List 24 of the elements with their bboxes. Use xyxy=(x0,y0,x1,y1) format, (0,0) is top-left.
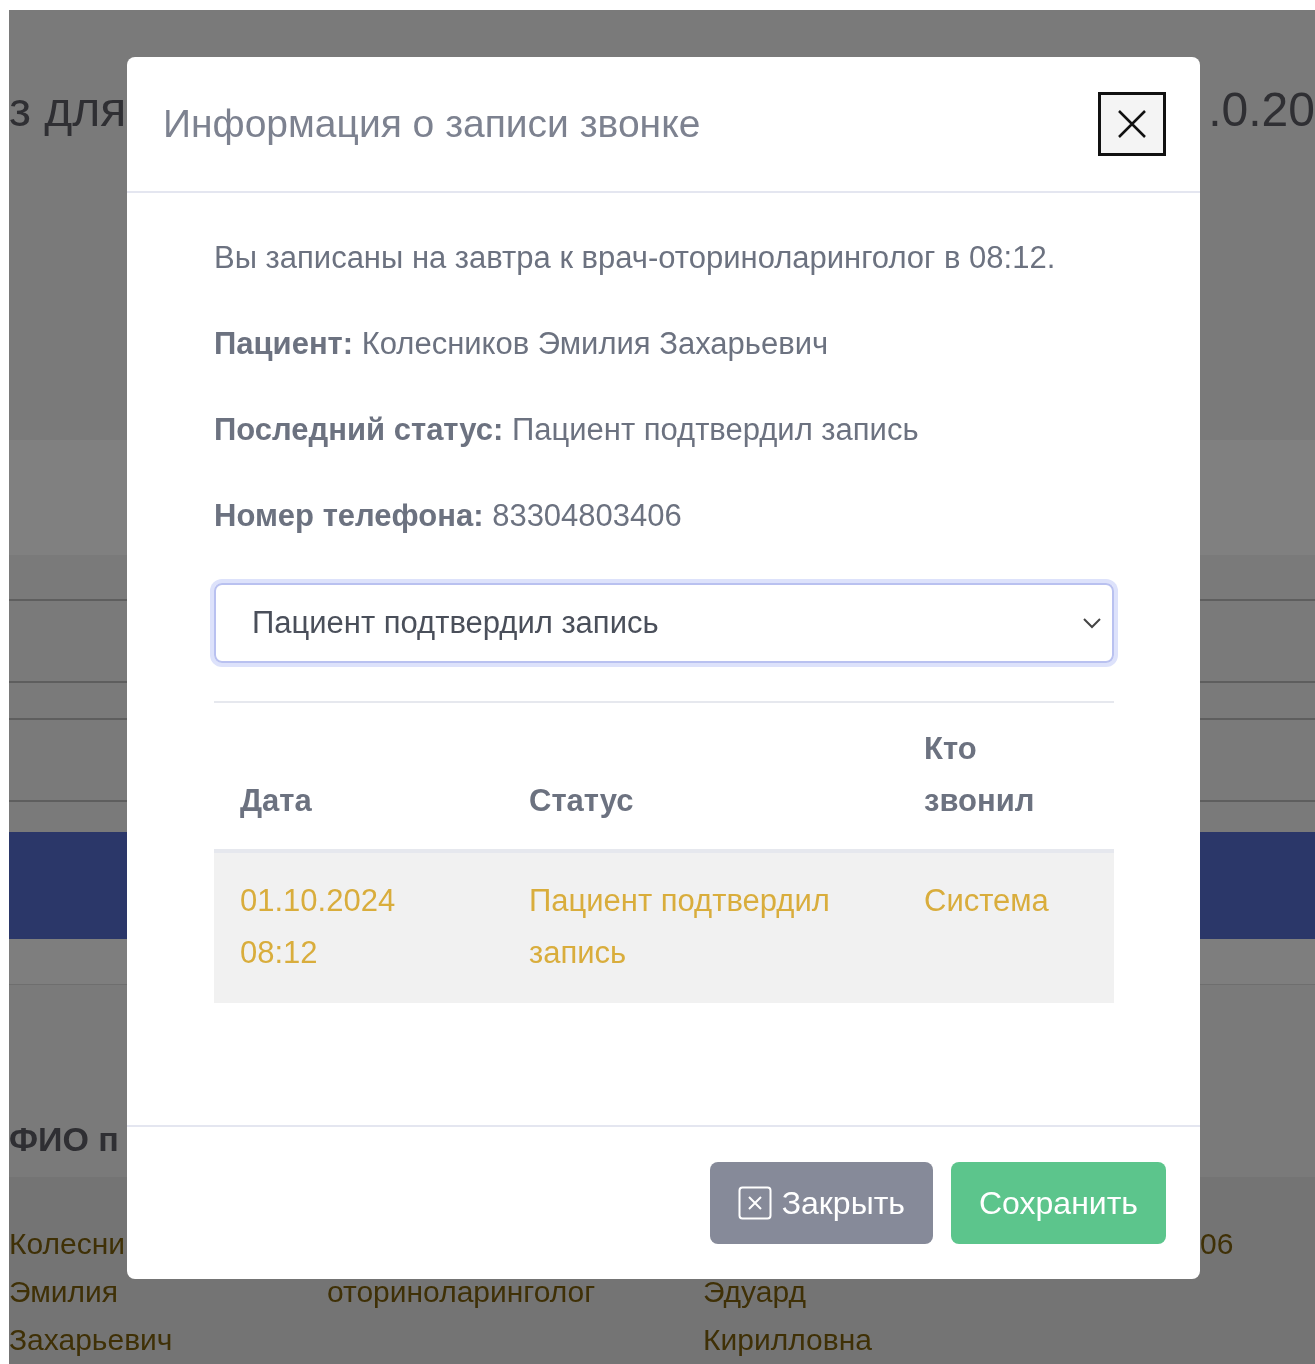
detail-text: Номер телефона: 83304803406 xyxy=(214,497,683,535)
close-icon xyxy=(1117,109,1147,139)
detail-text: Последний статус: Пациент подтвердил запись xyxy=(214,411,920,449)
page-heading-date: .0.20 xyxy=(1208,82,1315,138)
table-cell-text: Захарьевич xyxy=(9,1323,174,1357)
table-cell: Пациент подтвердил запись xyxy=(503,851,898,1003)
table-cell-text: Эдуард xyxy=(703,1275,807,1309)
detail-text: Пациент: Колесников Эмилия Захарьевич xyxy=(214,325,830,363)
table-cell: Система xyxy=(898,851,1114,1003)
table-cell: 01.10.2024 08:12 xyxy=(214,851,503,1003)
close-icon xyxy=(737,1186,772,1220)
table-cell-text: Колесни xyxy=(9,1227,126,1261)
message-text: Вы записаны на завтра к врач-оториноларинголог в 08:12. xyxy=(214,239,1057,277)
save-button[interactable]: Сохранить xyxy=(951,1162,1166,1244)
column-header: ФИО п xyxy=(9,1120,119,1159)
dialog-title: Информация о записи звонке xyxy=(163,102,701,146)
table-cell-text: Кирилловна xyxy=(703,1323,873,1357)
chevron-icon xyxy=(1082,617,1102,629)
table-cell-text: 06 xyxy=(1200,1227,1235,1261)
table-cell-text: Эмилия xyxy=(9,1275,120,1309)
table-cell-text: оториноларинголог xyxy=(327,1275,597,1309)
close-dialog-button[interactable]: Закрыть xyxy=(709,1162,933,1244)
close-button[interactable] xyxy=(1098,92,1166,156)
page-heading: з для xyxy=(9,82,127,138)
